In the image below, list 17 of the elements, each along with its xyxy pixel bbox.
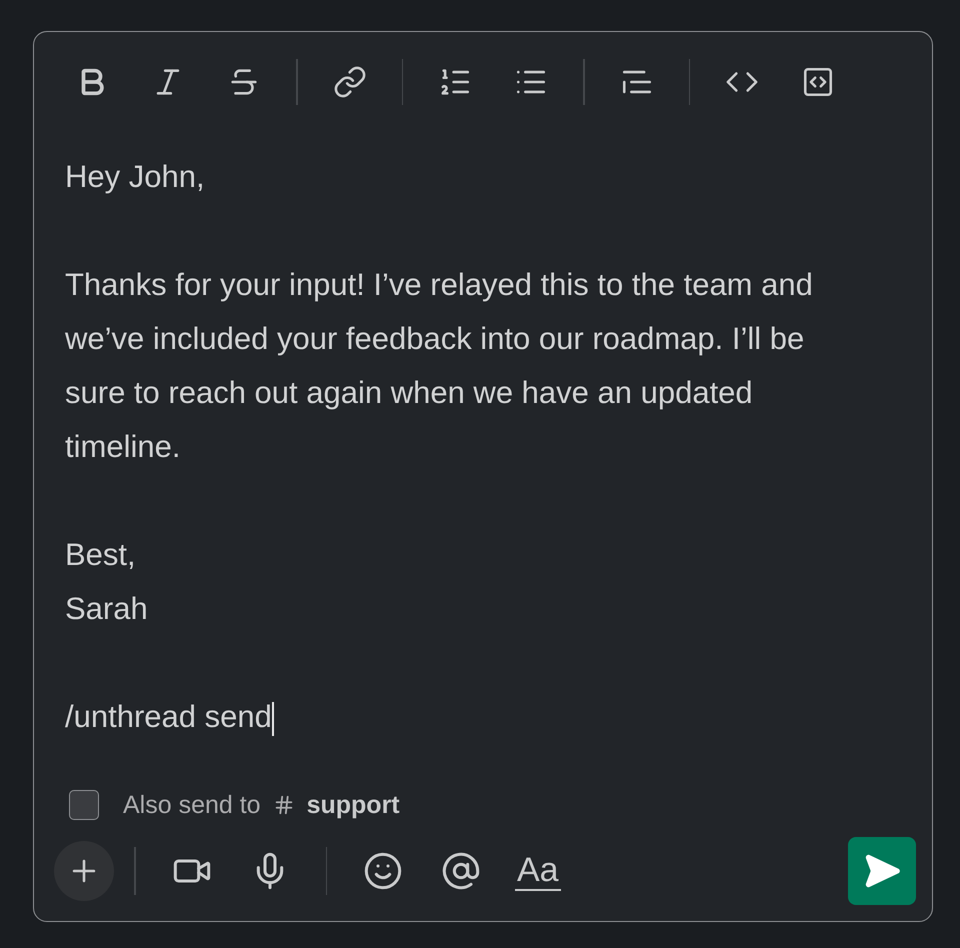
code-block-icon xyxy=(801,65,835,99)
send-button[interactable] xyxy=(848,837,916,905)
checkbox[interactable] xyxy=(69,790,99,820)
message-text: Sarah xyxy=(65,590,149,628)
message-text: Thanks for your input! I’ve relayed this to the team and we’ve included your feedback into our roadmap. I’ll be sure to reach out again when we have an updated timeline. xyxy=(65,266,814,466)
checkbox-label: Also send to xyxy=(123,790,261,820)
message-text: /unthread send xyxy=(65,699,272,734)
text-cursor xyxy=(272,702,274,736)
message-text: Best, xyxy=(65,536,137,574)
mention-icon xyxy=(441,851,481,891)
link-icon xyxy=(332,65,366,99)
hash-icon xyxy=(272,794,295,816)
message-text: Hey John, xyxy=(65,158,206,196)
send-icon xyxy=(863,852,901,890)
formatting-button[interactable]: Aa xyxy=(515,851,561,891)
channel-name: support xyxy=(306,790,400,820)
emoji-icon xyxy=(363,851,403,891)
